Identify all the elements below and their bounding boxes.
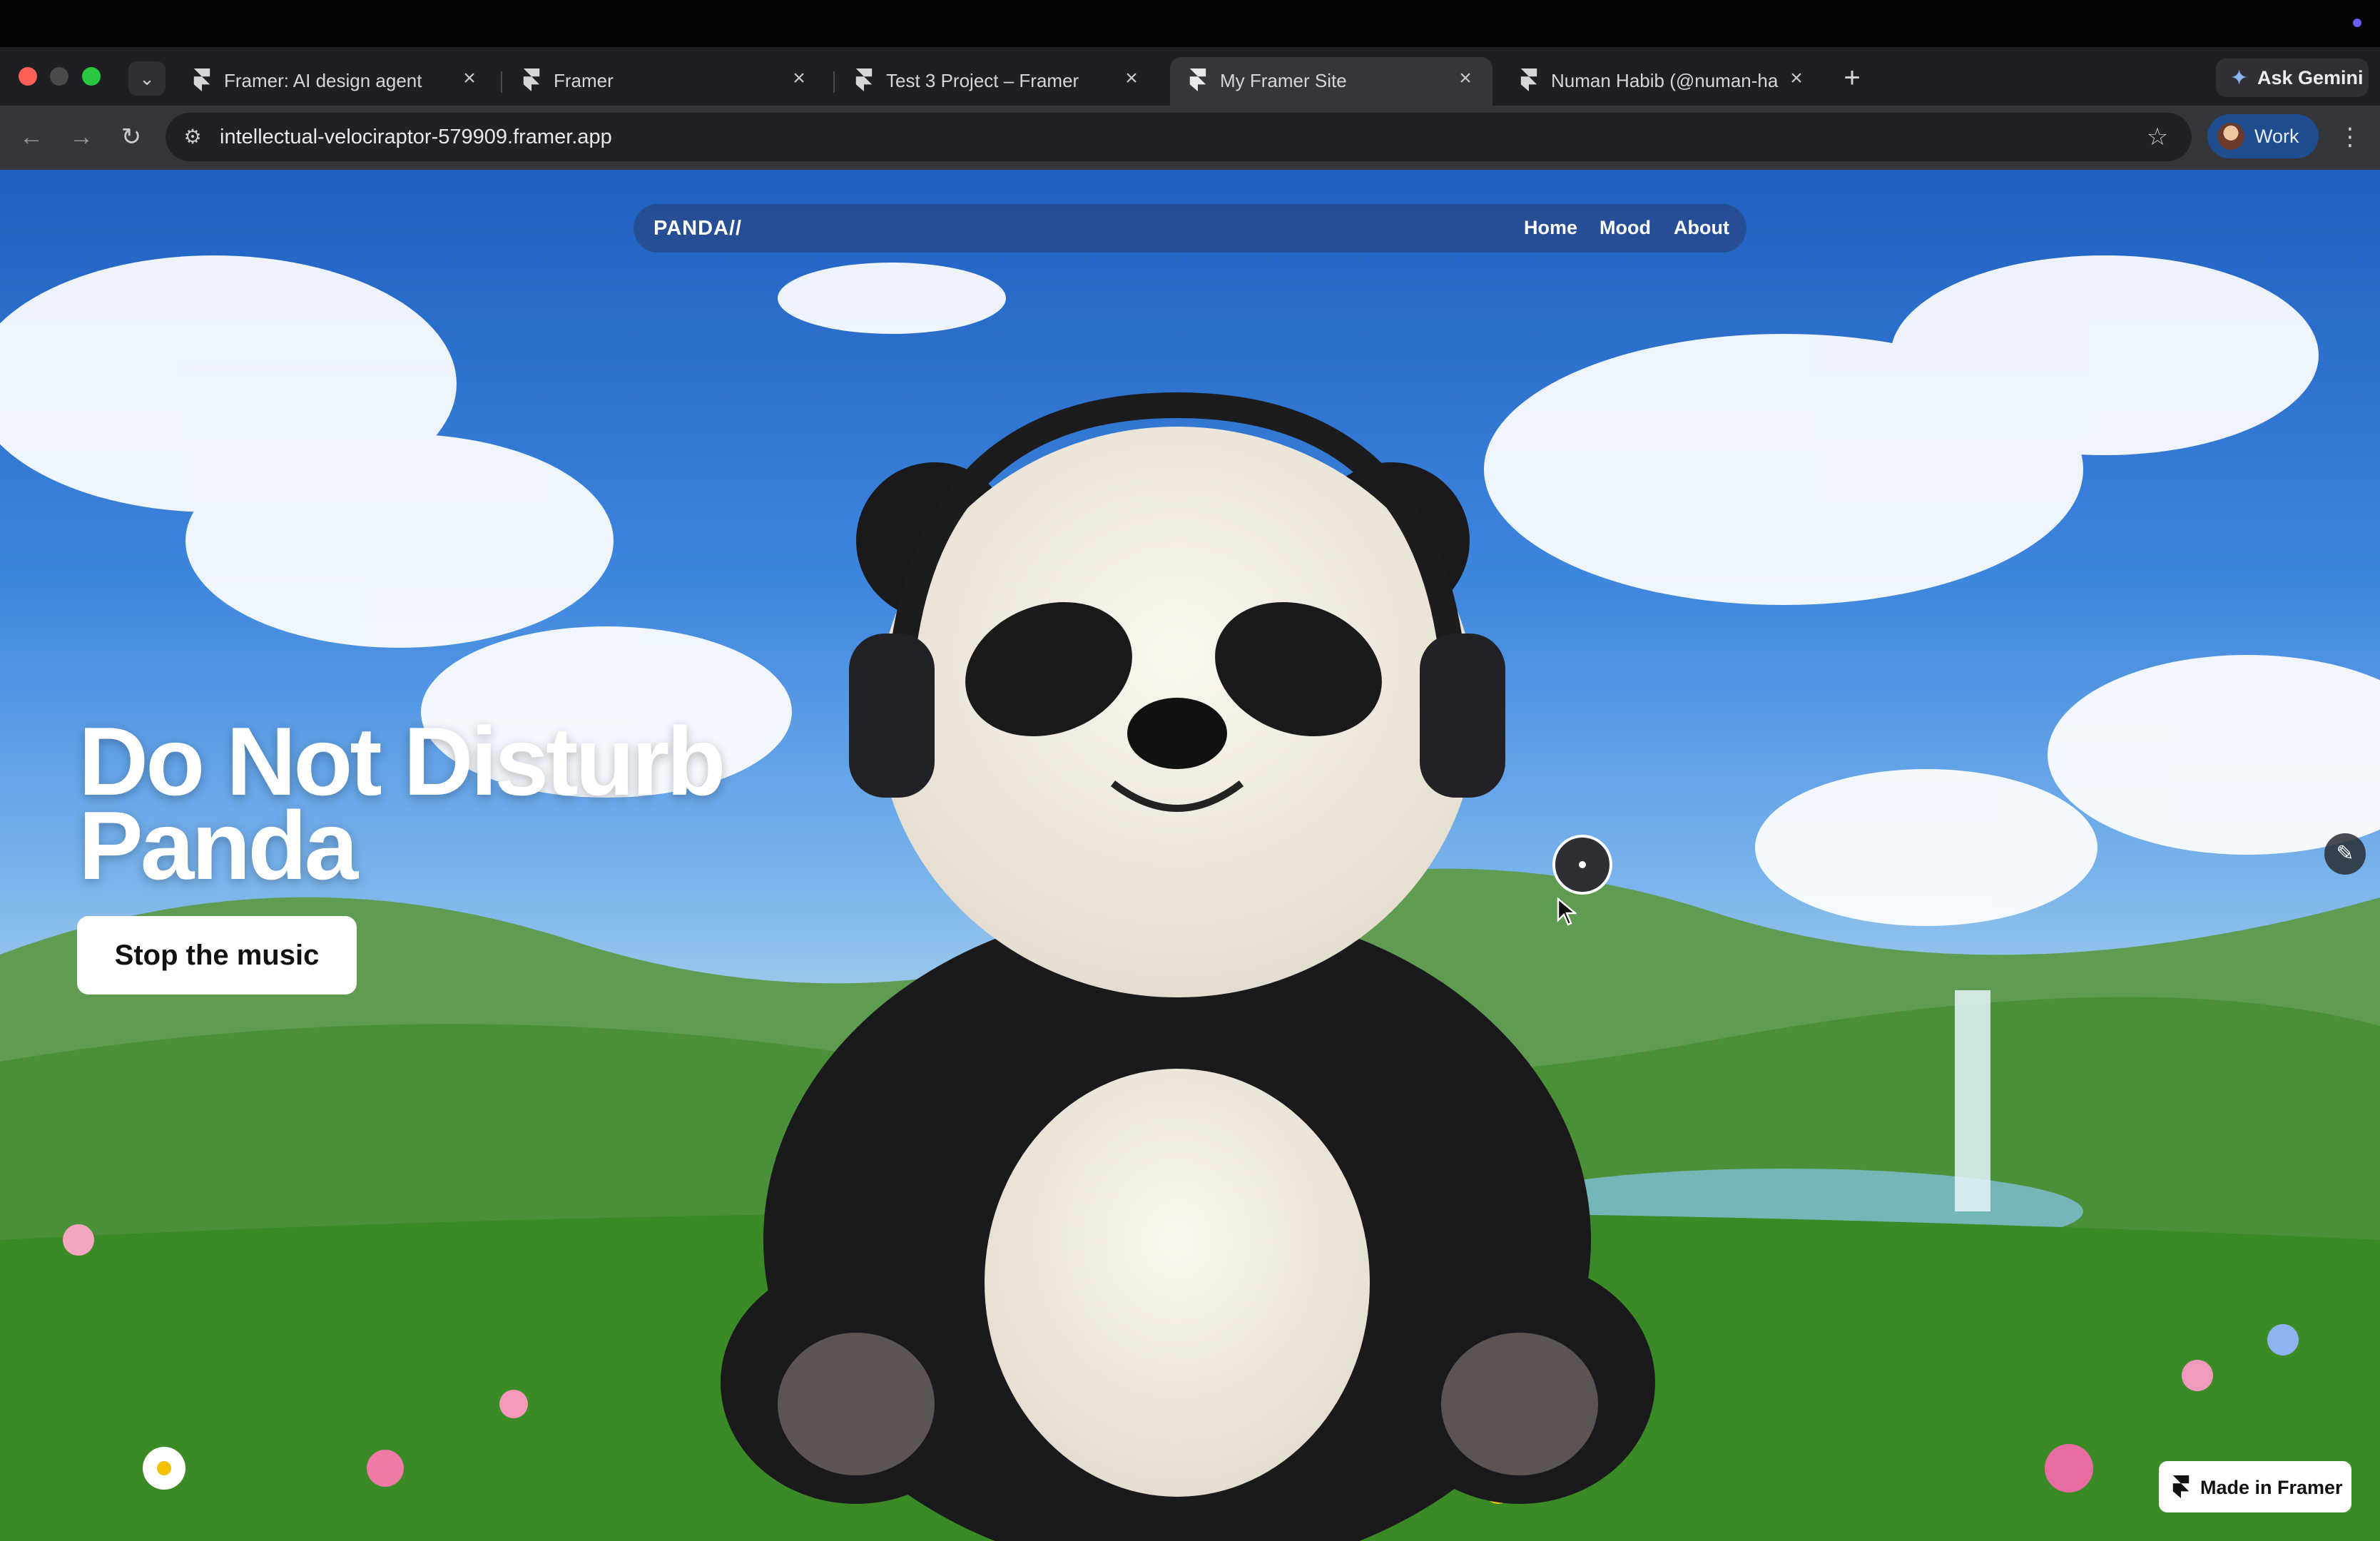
status-indicator-icon	[2353, 19, 2361, 27]
close-tab-icon[interactable]: ×	[1454, 67, 1477, 90]
tab-numan-habib[interactable]: Numan Habib (@numan-habib ×	[1501, 57, 1824, 101]
edit-pencil-icon[interactable]: ✎	[2324, 833, 2366, 875]
made-in-framer-badge[interactable]: Made in Framer	[2159, 1461, 2351, 1512]
tab-divider	[501, 71, 502, 93]
tab-framer[interactable]: Framer ×	[504, 57, 826, 101]
profile-label: Work	[2254, 126, 2299, 147]
minimize-window-button[interactable]	[50, 67, 68, 86]
tab-title: My Framer Site	[1220, 70, 1347, 91]
hero-title: Do Not Disturb Panda	[78, 713, 792, 900]
tab-test-3-project[interactable]: Test 3 Project – Framer ×	[836, 57, 1159, 101]
profile-button[interactable]: Work	[2207, 114, 2319, 158]
tab-framer-ai[interactable]: Framer: AI design agent ×	[174, 57, 497, 101]
ask-gemini-button[interactable]: ✦ Ask Gemini	[2216, 59, 2369, 97]
tab-divider	[833, 71, 835, 93]
close-tab-icon[interactable]: ×	[788, 67, 810, 90]
back-arrow-icon[interactable]: ←	[16, 121, 47, 153]
tab-title: Framer	[554, 70, 614, 91]
tab-title: Framer: AI design agent	[224, 70, 422, 91]
framer-icon	[855, 68, 873, 91]
tab-my-framer-site[interactable]: My Framer Site ×	[1170, 57, 1492, 106]
tab-search-chevron-icon[interactable]: ⌄	[128, 61, 166, 96]
framer-icon	[2172, 1475, 2190, 1498]
url-text[interactable]: intellectual-velociraptor-579909.framer.…	[220, 126, 612, 149]
framer-icon	[1520, 68, 1537, 91]
new-tab-button[interactable]: +	[1835, 61, 1869, 96]
made-in-framer-label: Made in Framer	[2200, 1477, 2343, 1498]
gemini-sparkle-icon: ✦	[2230, 66, 2249, 90]
site-logo[interactable]: PANDA//	[654, 217, 742, 240]
address-bar[interactable]: ⚙ intellectual-velociraptor-579909.frame…	[166, 113, 2192, 161]
browser-toolbar: ← → ↻ ⚙ intellectual-velociraptor-579909…	[0, 106, 2380, 170]
forward-arrow-icon[interactable]: →	[66, 121, 97, 153]
framer-icon	[1189, 68, 1206, 91]
framer-icon	[193, 68, 210, 91]
ask-gemini-label: Ask Gemini	[2257, 67, 2364, 88]
system-menu-strip	[0, 0, 2380, 47]
browser-menu-icon[interactable]: ⋮	[2334, 121, 2366, 153]
close-tab-icon[interactable]: ×	[1785, 67, 1808, 90]
avatar	[2217, 123, 2244, 150]
close-tab-icon[interactable]: ×	[458, 67, 481, 90]
site-nav-bar: PANDA// Home Mood About	[634, 204, 1746, 253]
hero-title-line-2: Panda	[78, 791, 358, 900]
browser-tab-bar: ⌄ Framer: AI design agent × Framer × Tes…	[0, 47, 2380, 106]
mouse-cursor-icon	[1557, 897, 1577, 926]
maximize-window-button[interactable]	[82, 67, 101, 86]
page-viewport: PANDA// Home Mood About Do Not Disturb P…	[0, 170, 2380, 1541]
nav-link-home[interactable]: Home	[1524, 217, 1577, 239]
reload-icon[interactable]: ↻	[116, 121, 147, 153]
stop-music-button[interactable]: Stop the music	[77, 916, 357, 995]
nav-link-mood[interactable]: Mood	[1600, 217, 1651, 239]
audio-toggle-button[interactable]	[1552, 835, 1612, 895]
nav-link-about[interactable]: About	[1674, 217, 1729, 239]
tab-title: Test 3 Project – Framer	[886, 70, 1079, 91]
site-info-icon[interactable]: ⚙	[178, 123, 207, 151]
framer-icon	[523, 68, 540, 91]
bookmark-star-icon[interactable]: ☆	[2142, 121, 2173, 153]
close-window-button[interactable]	[19, 67, 37, 86]
close-tab-icon[interactable]: ×	[1120, 67, 1143, 90]
tab-title: Numan Habib (@numan-habib	[1551, 70, 1779, 91]
